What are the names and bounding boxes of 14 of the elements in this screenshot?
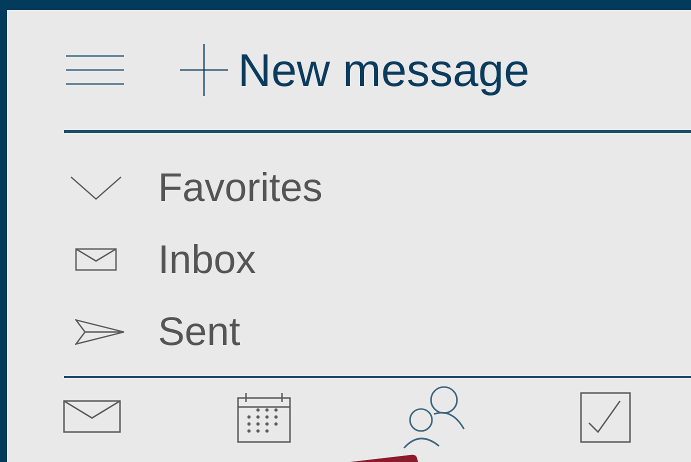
cut-off-drawing (350, 454, 418, 462)
new-message-button[interactable]: New message (180, 44, 530, 96)
calendar-icon (236, 392, 292, 444)
envelope-icon (75, 248, 117, 272)
chevron-icon (70, 174, 122, 200)
folder-item[interactable]: Inbox (7, 223, 691, 296)
folder-item[interactable]: Sent (7, 295, 691, 368)
plus-icon (180, 44, 228, 96)
people-icon (402, 386, 468, 450)
menu-icon[interactable] (66, 55, 124, 85)
favorites-item[interactable]: Favorites (7, 151, 691, 224)
send-icon (75, 318, 125, 346)
checkbox-icon (580, 392, 632, 444)
envelope-icon (62, 400, 122, 436)
